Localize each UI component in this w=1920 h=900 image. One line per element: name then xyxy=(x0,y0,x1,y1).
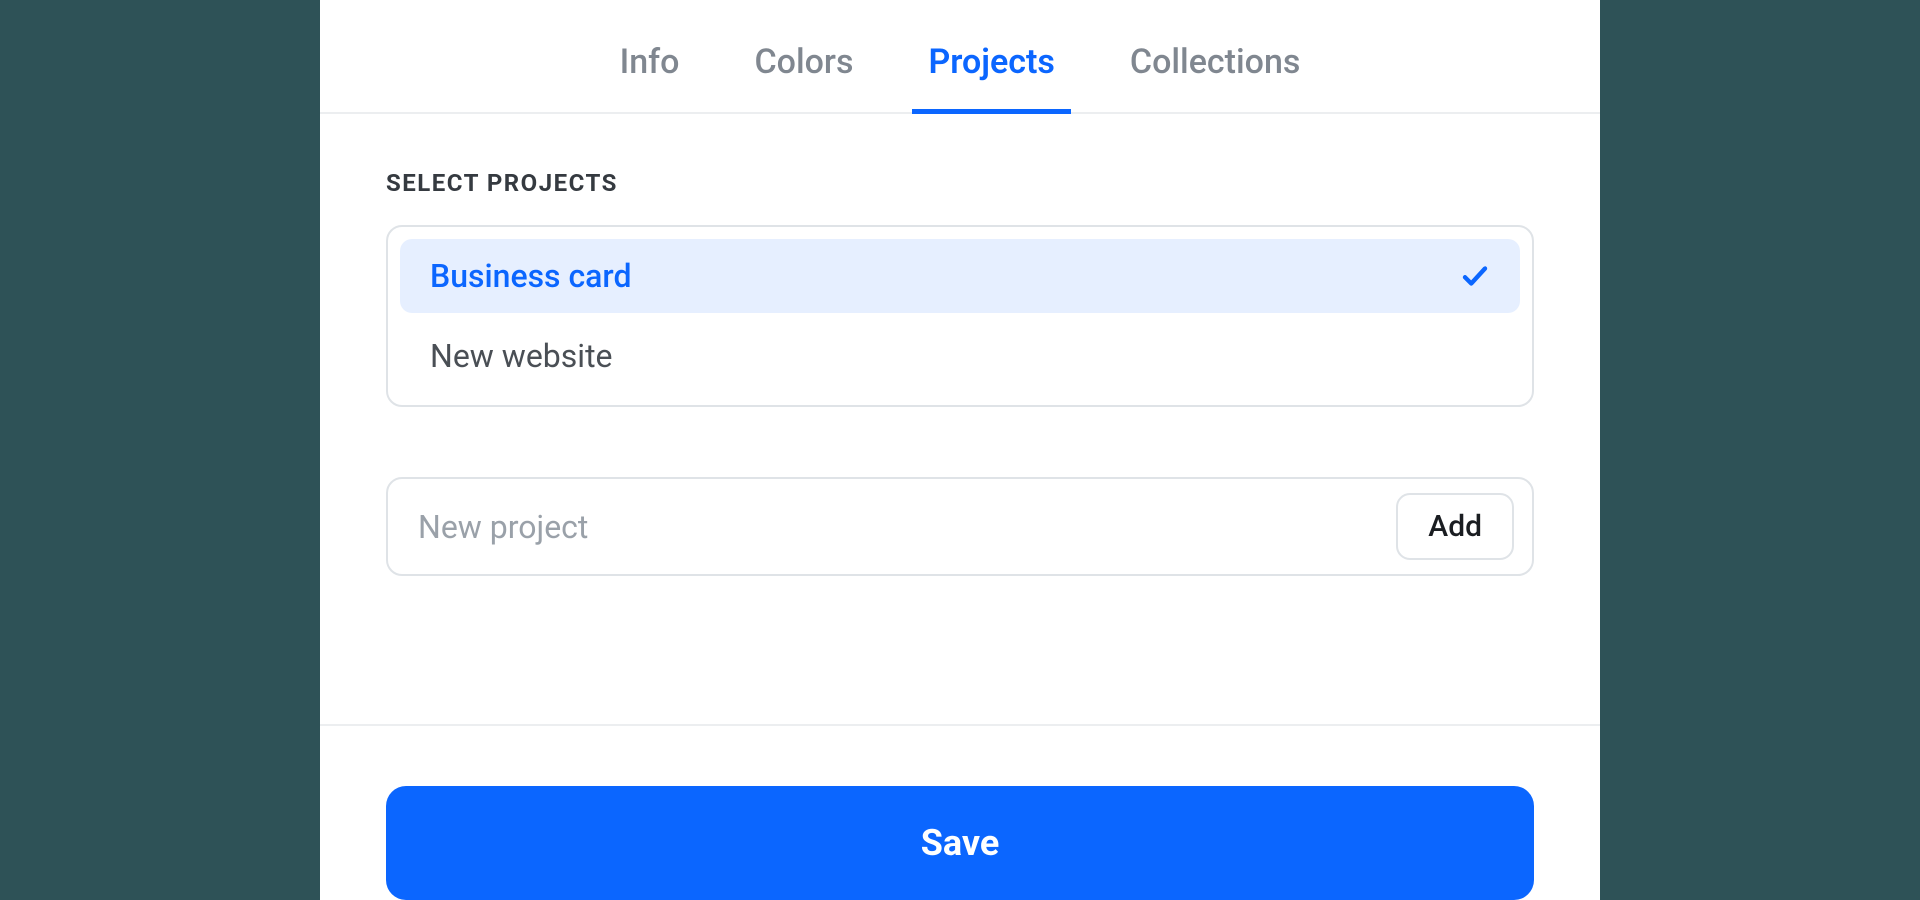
add-button[interactable]: Add xyxy=(1396,493,1514,560)
project-item-label: New website xyxy=(430,337,613,375)
projects-list: Business card New website xyxy=(386,225,1534,407)
check-icon xyxy=(1460,261,1490,291)
footer: Save xyxy=(320,724,1600,900)
save-button[interactable]: Save xyxy=(386,786,1534,900)
tab-colors[interactable]: Colors xyxy=(744,42,863,112)
project-item-new-website[interactable]: New website xyxy=(400,319,1520,393)
tab-collections[interactable]: Collections xyxy=(1120,42,1310,112)
tab-projects[interactable]: Projects xyxy=(918,42,1064,112)
new-project-input[interactable] xyxy=(416,507,1378,547)
tab-bar: Info Colors Projects Collections xyxy=(320,0,1600,114)
content-area: Select Projects Business card New websit… xyxy=(320,114,1600,724)
tab-label: Info xyxy=(620,42,680,82)
tab-info[interactable]: Info xyxy=(610,42,690,112)
tab-label: Collections xyxy=(1130,42,1300,82)
project-item-label: Business card xyxy=(430,257,631,295)
section-label: Select Projects xyxy=(386,169,1534,197)
project-item-business-card[interactable]: Business card xyxy=(400,239,1520,313)
tab-label: Colors xyxy=(754,42,853,82)
settings-panel: Info Colors Projects Collections Select … xyxy=(320,0,1600,900)
tab-label: Projects xyxy=(928,42,1054,82)
new-project-row: Add xyxy=(386,477,1534,576)
